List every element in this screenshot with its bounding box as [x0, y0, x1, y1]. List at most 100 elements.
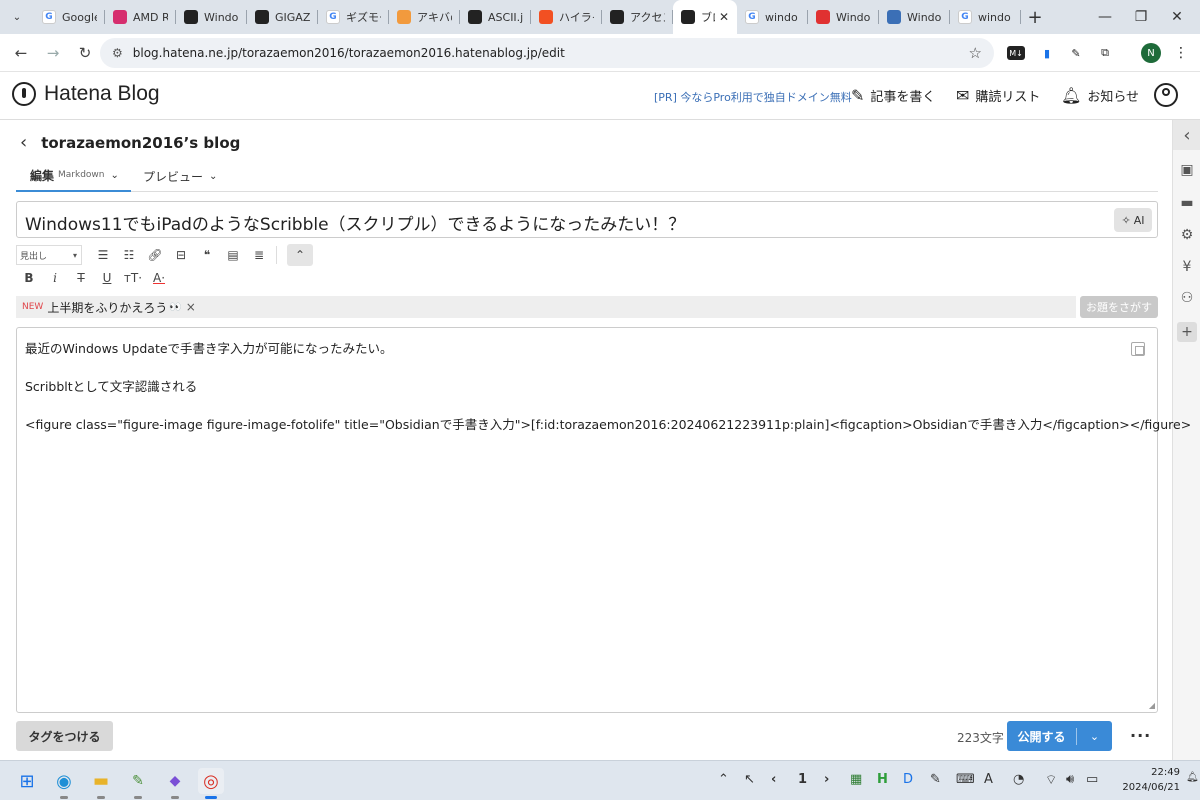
tray-app-icon[interactable]: ▦: [850, 772, 862, 787]
reload-icon[interactable]: ↻: [70, 38, 100, 68]
topic-search-button[interactable]: お題をさがす: [1080, 296, 1158, 318]
tray-overflow-icon[interactable]: ⌃: [718, 772, 729, 787]
chrome-icon[interactable]: ◎: [198, 768, 224, 799]
page-prev-icon[interactable]: ‹: [771, 772, 776, 787]
clock-app-icon[interactable]: ◔: [1013, 772, 1024, 787]
text-color-icon[interactable]: A·: [146, 267, 172, 289]
notification-bell-icon[interactable]: 🔔︎: [1186, 772, 1199, 783]
browser-tab[interactable]: G Google: [34, 0, 105, 34]
page-next-icon[interactable]: ›: [824, 772, 829, 787]
pen-extension-icon[interactable]: ✎: [1065, 42, 1087, 64]
hatena-blog-icon: [681, 10, 695, 24]
hatena-blog-logo[interactable]: Hatena Blog: [12, 82, 160, 106]
browser-tab[interactable]: Gwindo: [950, 0, 1021, 34]
tab-active[interactable]: ブロ ✕: [673, 0, 737, 34]
strikethrough-icon[interactable]: T: [68, 267, 94, 289]
gear-icon[interactable]: ⚙: [1173, 221, 1200, 249]
resize-handle-icon[interactable]: ◢: [1149, 701, 1155, 710]
browser-tab[interactable]: アクセス: [602, 0, 673, 34]
topic-link[interactable]: 上半期をふりかえろう: [47, 299, 167, 316]
profile-avatar[interactable]: N: [1141, 43, 1161, 63]
notifications-button[interactable]: 🔔︎ お知らせ: [1061, 86, 1139, 105]
browser-tab[interactable]: ハイライ: [531, 0, 602, 34]
tray-h-icon[interactable]: H: [877, 772, 888, 787]
keyboard-icon[interactable]: ⌨: [956, 772, 975, 787]
italic-icon[interactable]: i: [42, 267, 68, 289]
obsidian-icon[interactable]: ◆: [162, 768, 188, 799]
address-bar[interactable]: ⚙ blog.hatena.ne.jp/torazaemon2016/toraz…: [100, 38, 994, 68]
people-icon[interactable]: ⚇: [1173, 284, 1200, 312]
tray-d-icon[interactable]: D: [903, 772, 913, 787]
new-tab-button[interactable]: +: [1021, 0, 1049, 34]
pr-link[interactable]: [PR] 今ならPro利用で独自ドメイン無料: [654, 89, 852, 105]
close-window-button[interactable]: ✕: [1154, 0, 1200, 34]
user-account-icon[interactable]: [1154, 83, 1178, 107]
battery-icon[interactable]: ▭: [1086, 772, 1098, 787]
publish-button[interactable]: 公開する ⌄: [1007, 721, 1112, 751]
font-size-icon[interactable]: ᴛT·: [120, 267, 146, 289]
browser-tab[interactable]: Windo: [176, 0, 247, 34]
browser-tab[interactable]: GIGAZI: [247, 0, 318, 34]
table-icon[interactable]: ▤: [220, 244, 246, 266]
close-tab-icon[interactable]: ✕: [719, 10, 729, 24]
add-tag-button[interactable]: タグをつける: [16, 721, 113, 751]
tab-search-icon[interactable]: ⌄: [6, 6, 28, 28]
numbered-list-icon[interactable]: ☷: [116, 244, 142, 266]
copy-icon[interactable]: [1131, 342, 1145, 356]
sidebar-collapse-icon[interactable]: ‹: [1173, 120, 1200, 150]
pen-menu-icon[interactable]: ↖: [744, 772, 755, 787]
wifi-icon[interactable]: ⌔: [1045, 772, 1057, 788]
topic-close-icon[interactable]: ×: [186, 300, 196, 314]
write-article-button[interactable]: ✎ 記事を書く: [851, 86, 935, 105]
forward-icon[interactable]: →: [38, 38, 68, 68]
system-clock[interactable]: 22:49 2024/06/21: [1108, 765, 1180, 795]
site-info-icon[interactable]: ⚙: [112, 46, 123, 60]
tab-edit[interactable]: 編集 Markdown ⌄: [16, 160, 131, 192]
volume-icon[interactable]: 🔊︎: [1066, 772, 1074, 787]
back-chevron-icon[interactable]: ‹: [20, 132, 27, 153]
extension-blue-icon[interactable]: ▮: [1036, 42, 1058, 64]
horizontal-rule-icon[interactable]: ⊟: [168, 244, 194, 266]
body-editor[interactable]: 最近のWindows Updateで手書き字入力が可能になったみたい。 Scri…: [16, 327, 1191, 713]
folder-icon[interactable]: ▬: [1173, 189, 1200, 217]
ime-indicator[interactable]: A: [984, 772, 993, 787]
more-options-icon[interactable]: ···: [1130, 726, 1151, 745]
markdown-extension-icon[interactable]: M↓: [1007, 46, 1025, 60]
edge-icon[interactable]: ◉: [51, 768, 77, 799]
bullet-list-icon[interactable]: ☰: [90, 244, 116, 266]
pen-tray-icon[interactable]: ✎: [930, 772, 941, 787]
title-input[interactable]: Windows11でもiPadのようなScribble（スクリプル）できるように…: [16, 201, 1158, 238]
extensions-puzzle-icon[interactable]: ⧉: [1094, 42, 1116, 64]
browser-tab[interactable]: Gwindo: [737, 0, 808, 34]
back-icon[interactable]: ←: [6, 38, 36, 68]
ai-button[interactable]: ✧ AI: [1114, 208, 1152, 232]
windows-start-icon[interactable]: ⊞: [14, 768, 40, 794]
browser-tab[interactable]: アキバの: [389, 0, 460, 34]
notepad-icon[interactable]: ✎: [125, 768, 151, 799]
browser-tab[interactable]: ASCII.jp: [460, 0, 531, 34]
heading-select[interactable]: 見出し: [16, 245, 82, 265]
reading-list-button[interactable]: ✉ 購読リスト: [956, 86, 1040, 105]
blog-name[interactable]: torazaemon2016’s blog: [41, 134, 240, 152]
quote-icon[interactable]: ❝: [194, 244, 220, 266]
browser-tab[interactable]: Windo: [879, 0, 950, 34]
yen-icon[interactable]: ¥: [1173, 253, 1200, 281]
tab-title: windo: [978, 10, 1011, 24]
link-icon[interactable]: 🔗︎: [142, 244, 168, 266]
add-icon[interactable]: +: [1177, 322, 1197, 342]
bold-icon[interactable]: B: [16, 267, 42, 289]
underline-icon[interactable]: U: [94, 267, 120, 289]
bookmark-star-icon[interactable]: ☆: [969, 44, 982, 62]
image-upload-icon[interactable]: ▣: [1173, 156, 1200, 184]
google-icon: G: [326, 10, 340, 24]
browser-tab[interactable]: AMD R: [105, 0, 176, 34]
url-text[interactable]: blog.hatena.ne.jp/torazaemon2016/torazae…: [133, 46, 565, 60]
menu-kebab-icon[interactable]: ⋮: [1170, 42, 1192, 64]
browser-tab[interactable]: G ギズモー: [318, 0, 389, 34]
file-explorer-icon[interactable]: ▬: [88, 768, 114, 799]
browser-tab[interactable]: Windo: [808, 0, 879, 34]
tab-preview[interactable]: プレビュー ⌄: [143, 160, 217, 192]
collapse-toolbar-icon[interactable]: ⌃: [287, 244, 313, 266]
more-block-icon[interactable]: ≣: [246, 244, 272, 266]
publish-options-chevron-icon[interactable]: ⌄: [1077, 730, 1112, 743]
